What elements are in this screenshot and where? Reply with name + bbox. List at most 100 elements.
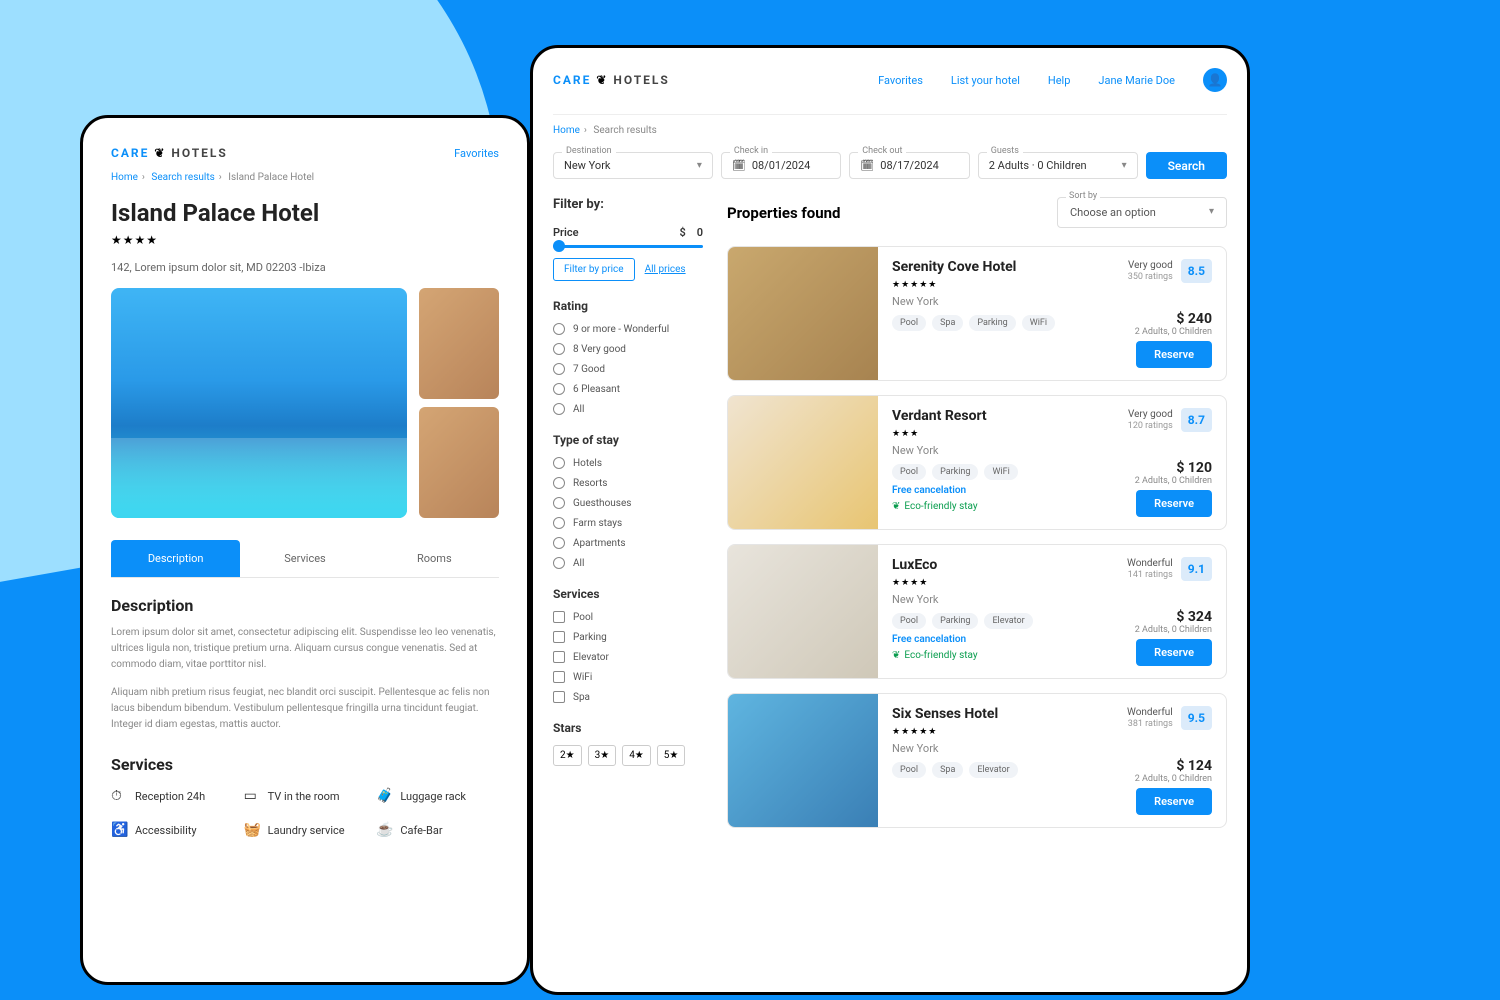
nav-list-hotel[interactable]: List your hotel [951, 74, 1020, 87]
reserve-button[interactable]: Reserve [1136, 639, 1212, 666]
reserve-button[interactable]: Reserve [1136, 341, 1212, 368]
search-results-card: CARE ❦ HOTELS Favorites List your hotel … [530, 45, 1250, 995]
property-image[interactable] [728, 247, 878, 380]
star-filter-button[interactable]: 5★ [657, 745, 686, 766]
search-button[interactable]: Search [1146, 152, 1227, 179]
eco-label: ❦Eco-friendly stay [892, 650, 1033, 661]
filter-option[interactable]: Parking [553, 631, 703, 643]
property-card: Six Senses Hotel★★★★★New YorkPoolSpaElev… [727, 693, 1227, 828]
property-stars: ★★★★★ [892, 280, 1055, 290]
radio-icon [553, 537, 565, 549]
breadcrumb-home[interactable]: Home [111, 172, 138, 183]
nav-favorites[interactable]: Favorites [454, 147, 499, 160]
property-stars: ★★★★ [892, 578, 1033, 588]
property-location: New York [892, 295, 1055, 308]
amenity-tags: PoolParkingWiFi [892, 464, 1018, 480]
filter-option[interactable]: Apartments [553, 537, 703, 549]
sort-field[interactable]: Sort by Choose an option ▾ [1057, 197, 1227, 228]
property-name[interactable]: LuxEco [892, 557, 1033, 573]
reserve-button[interactable]: Reserve [1136, 490, 1212, 517]
guests-field[interactable]: Guests 2 Adults · 0 Children▾ [978, 152, 1138, 179]
nav-favorites-r[interactable]: Favorites [878, 74, 923, 87]
amenity-tag: Pool [892, 464, 926, 480]
property-price: $ 324 [1135, 609, 1212, 625]
property-image[interactable] [728, 545, 878, 678]
breadcrumb-search[interactable]: Search results [151, 172, 214, 183]
property-name[interactable]: Verdant Resort [892, 408, 1018, 424]
all-prices-link[interactable]: All prices [645, 264, 686, 275]
tab-description[interactable]: Description [111, 540, 240, 577]
service-item: 🧺Laundry service [244, 822, 367, 838]
amenity-tag: Pool [892, 613, 926, 629]
property-guests: 2 Adults, 0 Children [1135, 774, 1212, 784]
reserve-button[interactable]: Reserve [1136, 788, 1212, 815]
amenity-tags: PoolSpaElevator [892, 762, 1018, 778]
header: CARE ❦ HOTELS Favorites [111, 146, 499, 160]
tab-services[interactable]: Services [240, 540, 369, 577]
amenity-tag: Pool [892, 762, 926, 778]
filter-option[interactable]: Resorts [553, 477, 703, 489]
service-icon: 🧺 [244, 822, 260, 838]
hotel-stars: ★★★★ [111, 233, 499, 247]
logo[interactable]: CARE ❦ HOTELS [111, 146, 228, 160]
filter-option[interactable]: 8 Very good [553, 343, 703, 355]
star-filter-button[interactable]: 4★ [622, 745, 651, 766]
avatar-icon[interactable]: 👤 [1203, 68, 1227, 92]
property-image[interactable] [728, 396, 878, 529]
detail-tabs: Description Services Rooms [111, 540, 499, 578]
filter-option[interactable]: Elevator [553, 651, 703, 663]
destination-field[interactable]: Destination New York▾ [553, 152, 713, 179]
services-heading: Services [111, 755, 499, 774]
radio-icon [553, 363, 565, 375]
service-label: TV in the room [268, 790, 340, 803]
filter-price-button[interactable]: Filter by price [553, 258, 635, 281]
filter-option[interactable]: 7 Good [553, 363, 703, 375]
amenity-tags: PoolSpaParkingWiFi [892, 315, 1055, 331]
service-icon: ⏱ [111, 788, 127, 804]
price-slider[interactable] [553, 245, 703, 248]
free-cancel-label: Free cancelation [892, 485, 1018, 496]
rating-label: Wonderful141 ratings [1127, 557, 1173, 582]
property-name[interactable]: Six Senses Hotel [892, 706, 1018, 722]
filter-option[interactable]: All [553, 557, 703, 569]
amenity-tag: Elevator [969, 762, 1017, 778]
checkin-field[interactable]: Check in 🗓08/01/2024 [721, 152, 841, 179]
hero-main-image[interactable] [111, 288, 407, 518]
breadcrumb: Home› Search results› Island Palace Hote… [111, 172, 499, 183]
property-location: New York [892, 742, 1018, 755]
property-name[interactable]: Serenity Cove Hotel [892, 259, 1055, 275]
filter-option[interactable]: Farm stays [553, 517, 703, 529]
star-filter-button[interactable]: 3★ [588, 745, 617, 766]
nav-help[interactable]: Help [1048, 74, 1071, 87]
filter-option[interactable]: Guesthouses [553, 497, 703, 509]
rating-score: 8.7 [1181, 408, 1212, 432]
service-label: Accessibility [135, 824, 197, 837]
nav-user[interactable]: Jane Marie Doe [1098, 74, 1175, 87]
stay-filter-title: Type of stay [553, 433, 703, 447]
calendar-icon: 🗓 [732, 159, 746, 172]
checkout-field[interactable]: Check out 🗓08/17/2024 [849, 152, 969, 179]
amenity-tag: Pool [892, 315, 926, 331]
rating-score: 8.5 [1181, 259, 1212, 283]
property-image[interactable] [728, 694, 878, 827]
tab-rooms[interactable]: Rooms [370, 540, 499, 577]
filter-option[interactable]: 6 Pleasant [553, 383, 703, 395]
filter-option[interactable]: Hotels [553, 457, 703, 469]
service-icon: ♿ [111, 822, 127, 838]
logo-right[interactable]: CARE ❦ HOTELS [553, 73, 670, 87]
filter-option[interactable]: Pool [553, 611, 703, 623]
filter-option[interactable]: Spa [553, 691, 703, 703]
results-title: Properties found [727, 204, 840, 222]
star-filter-button[interactable]: 2★ [553, 745, 582, 766]
hero-gallery [111, 288, 499, 518]
service-label: Reception 24h [135, 790, 205, 803]
filter-option[interactable]: WiFi [553, 671, 703, 683]
free-cancel-label: Free cancelation [892, 634, 1033, 645]
filter-option[interactable]: 9 or more - Wonderful [553, 323, 703, 335]
filter-option[interactable]: All [553, 403, 703, 415]
hero-thumb-1[interactable] [419, 288, 499, 399]
hero-thumb-2[interactable] [419, 407, 499, 518]
checkbox-icon [553, 611, 565, 623]
breadcrumb-home-r[interactable]: Home [553, 125, 580, 136]
header-right: CARE ❦ HOTELS Favorites List your hotel … [553, 68, 1227, 92]
